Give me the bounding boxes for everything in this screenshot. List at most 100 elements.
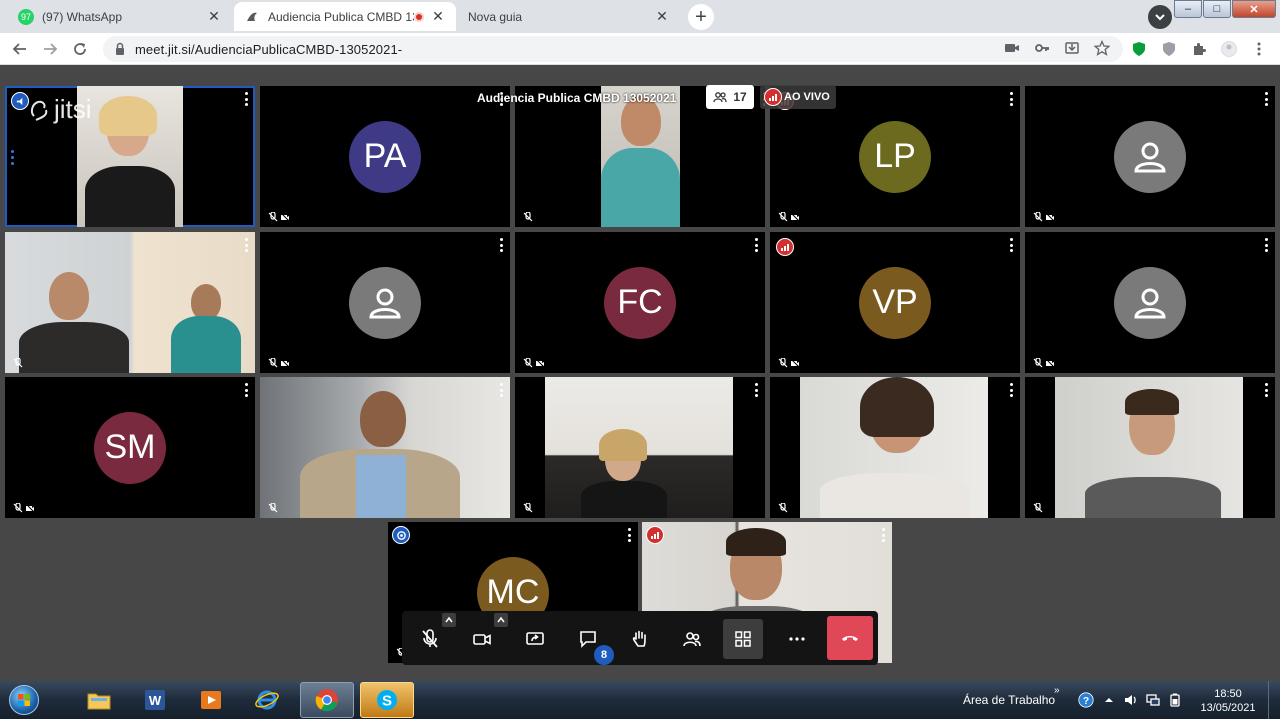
tile-menu-icon[interactable] bbox=[498, 238, 504, 252]
connection-indicator-icon[interactable] bbox=[646, 526, 664, 544]
participant-tile-5[interactable] bbox=[1025, 86, 1275, 227]
mic-muted-icon bbox=[1033, 358, 1043, 368]
help-icon[interactable]: ? bbox=[1076, 690, 1096, 710]
tile-menu-icon[interactable] bbox=[1263, 92, 1269, 106]
internet-explorer-icon bbox=[255, 690, 279, 710]
mic-muted-icon bbox=[13, 358, 23, 368]
tab-search-button[interactable] bbox=[1148, 5, 1172, 29]
svg-text:?: ? bbox=[1083, 696, 1089, 707]
tab-close-icon[interactable]: ✕ bbox=[206, 8, 222, 25]
forward-button[interactable] bbox=[40, 39, 60, 59]
tab-new[interactable]: Nova guia ✕ bbox=[458, 2, 680, 31]
tile-menu-icon[interactable] bbox=[1008, 92, 1014, 106]
tile-view-button[interactable] bbox=[723, 619, 763, 659]
mic-muted-icon bbox=[523, 358, 533, 368]
power-icon[interactable] bbox=[1166, 691, 1184, 709]
avatar-initials: SM bbox=[94, 411, 166, 484]
tile-menu-icon[interactable] bbox=[243, 383, 249, 397]
taskbar-word[interactable]: W bbox=[128, 682, 182, 718]
participant-tile-12[interactable] bbox=[260, 377, 510, 518]
skype-icon: S bbox=[377, 690, 397, 710]
participant-video bbox=[5, 232, 255, 373]
tile-status bbox=[1033, 358, 1055, 368]
camera-in-use-icon[interactable] bbox=[1003, 39, 1021, 57]
back-button[interactable] bbox=[10, 39, 30, 59]
avatar-initials: PA bbox=[349, 120, 421, 193]
taskbar-internet-explorer[interactable] bbox=[240, 682, 294, 718]
puzzle-extensions-icon[interactable] bbox=[1190, 40, 1208, 58]
tile-menu-icon[interactable] bbox=[753, 238, 759, 252]
privacy-extension-icon[interactable] bbox=[1160, 40, 1178, 58]
taskbar-chrome[interactable] bbox=[300, 682, 354, 718]
connection-indicator-icon[interactable] bbox=[776, 238, 794, 256]
participant-tile-2[interactable]: PA bbox=[260, 86, 510, 227]
show-hidden-icons-icon[interactable] bbox=[1100, 691, 1118, 709]
start-button[interactable] bbox=[4, 682, 44, 718]
tab-close-icon[interactable]: ✕ bbox=[430, 8, 446, 25]
address-bar[interactable]: meet.jit.si/AudienciaPublicaCMBD-1305202… bbox=[103, 36, 1123, 62]
taskbar-explorer[interactable] bbox=[72, 682, 126, 718]
participant-tile-11[interactable]: SM bbox=[5, 377, 255, 518]
raise-hand-button[interactable] bbox=[620, 619, 660, 659]
new-tab-button[interactable]: + bbox=[688, 4, 714, 30]
filmstrip-toggle-icon[interactable] bbox=[11, 150, 14, 165]
camera-icon bbox=[473, 634, 491, 645]
camera-toggle-button[interactable] bbox=[462, 619, 502, 659]
tile-menu-icon[interactable] bbox=[243, 238, 249, 252]
close-window-button[interactable]: ✕ bbox=[1232, 0, 1276, 18]
reload-button[interactable] bbox=[70, 39, 90, 59]
jitsi-logo[interactable]: jitsi bbox=[28, 94, 92, 125]
volume-icon[interactable] bbox=[1122, 691, 1140, 709]
maximize-button[interactable]: □ bbox=[1203, 0, 1231, 18]
key-icon[interactable] bbox=[1033, 39, 1051, 57]
person-body bbox=[19, 322, 129, 373]
tile-menu-icon[interactable] bbox=[1008, 383, 1014, 397]
share-screen-button[interactable] bbox=[515, 619, 555, 659]
tile-status bbox=[523, 212, 533, 222]
svg-text:W: W bbox=[149, 693, 162, 708]
tile-menu-icon[interactable] bbox=[243, 92, 249, 106]
system-clock[interactable]: 18:50 13/05/2021 bbox=[1196, 687, 1260, 715]
tile-menu-icon[interactable] bbox=[880, 528, 886, 542]
shield-extension-icon[interactable] bbox=[1130, 40, 1148, 58]
minimize-button[interactable]: – bbox=[1174, 0, 1202, 18]
tab-whatsapp[interactable]: 97 (97) WhatsApp ✕ bbox=[8, 2, 232, 31]
desktop-toolbar-label[interactable]: Área de Trabalho bbox=[963, 693, 1055, 707]
participants-button[interactable] bbox=[672, 619, 712, 659]
tile-menu-icon[interactable] bbox=[498, 383, 504, 397]
hangup-button[interactable] bbox=[827, 616, 873, 660]
tab-meeting[interactable]: Audiencia Publica CMBD 130 ✕ bbox=[234, 2, 456, 31]
tile-menu-icon[interactable] bbox=[626, 528, 632, 542]
bookmark-star-icon[interactable] bbox=[1093, 39, 1111, 57]
tile-menu-icon[interactable] bbox=[753, 383, 759, 397]
participant-tile-15[interactable] bbox=[1025, 377, 1275, 518]
participant-tile-7[interactable] bbox=[260, 232, 510, 373]
tile-menu-icon[interactable] bbox=[1263, 238, 1269, 252]
microphone-toggle-button[interactable] bbox=[410, 619, 450, 659]
participant-tile-8[interactable]: FC bbox=[515, 232, 765, 373]
more-actions-button[interactable] bbox=[777, 619, 817, 659]
participant-tile-6[interactable] bbox=[5, 232, 255, 373]
camera-off-icon bbox=[535, 358, 545, 368]
participant-tile-13[interactable] bbox=[515, 377, 765, 518]
participant-tile-10[interactable] bbox=[1025, 232, 1275, 373]
kebab-menu-icon[interactable] bbox=[1250, 40, 1268, 58]
taskbar-skype[interactable]: S bbox=[360, 682, 414, 718]
install-app-icon[interactable] bbox=[1063, 39, 1081, 57]
tile-menu-icon[interactable] bbox=[1263, 383, 1269, 397]
browser-toolbar: meet.jit.si/AudienciaPublicaCMBD-1305202… bbox=[0, 33, 1280, 65]
toolbar-overflow-chevron[interactable]: » bbox=[1054, 685, 1060, 696]
participant-count-value: 17 bbox=[733, 90, 747, 104]
person-head bbox=[49, 272, 89, 320]
participant-count-button[interactable]: 17 bbox=[706, 85, 754, 109]
show-desktop-button[interactable] bbox=[1268, 681, 1280, 719]
profile-avatar-icon[interactable] bbox=[1220, 40, 1238, 58]
network-icon[interactable] bbox=[1144, 691, 1162, 709]
participant-tile-9[interactable]: VP bbox=[770, 232, 1020, 373]
tab-close-icon[interactable]: ✕ bbox=[654, 8, 670, 25]
taskbar-media-player[interactable] bbox=[184, 682, 238, 718]
jitsi-watermark-icon bbox=[30, 100, 48, 121]
tile-menu-icon[interactable] bbox=[1008, 238, 1014, 252]
mic-muted-icon bbox=[778, 212, 788, 222]
participant-tile-14[interactable] bbox=[770, 377, 1020, 518]
